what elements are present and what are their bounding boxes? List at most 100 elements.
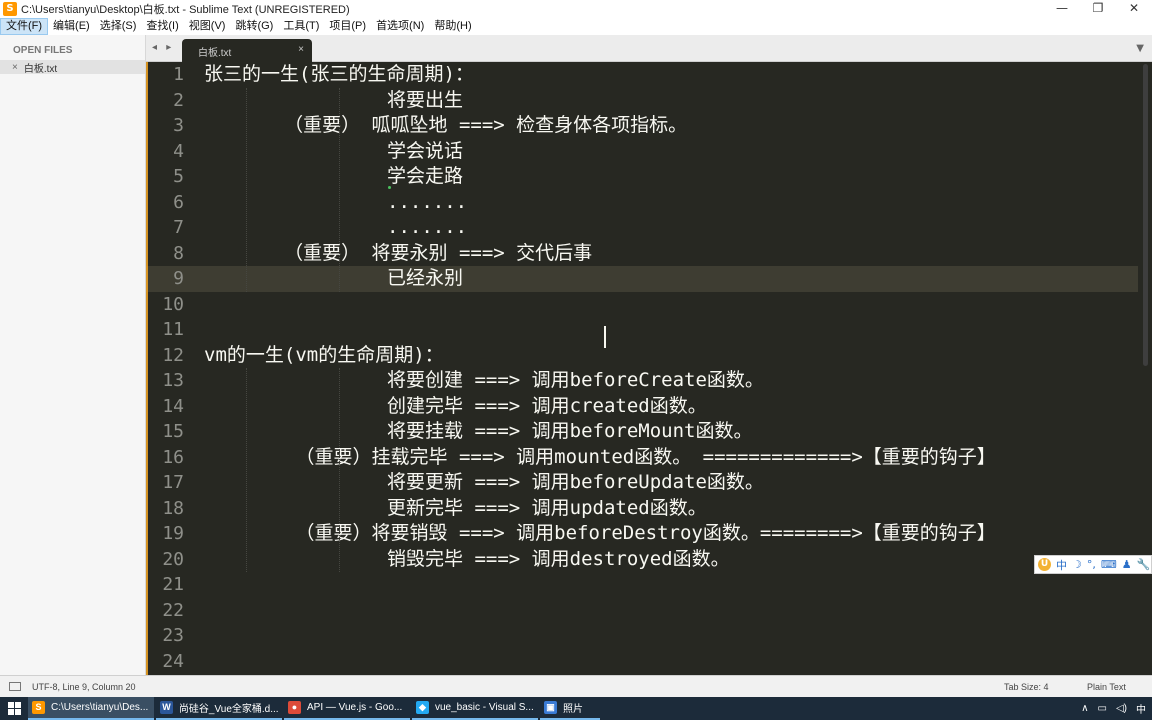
line-text: 将要出生 (204, 88, 464, 111)
line-number[interactable]: 7 (150, 215, 184, 241)
line-text: 已经永别 (204, 267, 464, 289)
line-number[interactable]: 11 (150, 317, 184, 343)
line-number[interactable]: 20 (150, 547, 184, 573)
line-number[interactable]: 23 (150, 623, 184, 649)
line-number[interactable]: 4 (150, 139, 184, 165)
tab-dropdown-icon[interactable]: ▼ (1136, 43, 1144, 54)
menu-help[interactable]: 帮助(H) (429, 18, 476, 35)
taskbar-app-button[interactable]: S C:\Users\tianyu\Des... (28, 697, 154, 720)
taskbar-app-icon: S (32, 701, 45, 714)
minimize-button[interactable]: — (1044, 0, 1080, 18)
menu-goto[interactable]: 跳转(G) (230, 18, 278, 35)
sublime-app-icon: S (3, 2, 17, 16)
close-button[interactable]: ✕ (1116, 0, 1152, 18)
menu-tools[interactable]: 工具(T) (278, 18, 324, 35)
menu-bar: 文件(F) 编辑(E) 选择(S) 查找(I) 视图(V) 跳转(G) 工具(T… (0, 18, 1152, 35)
syntax-selector[interactable]: Plain Text (1087, 682, 1126, 692)
ime-mode-label[interactable]: 中 (1056, 557, 1067, 573)
line-number[interactable]: 21 (150, 572, 184, 598)
tray-chevron-icon[interactable]: ∧ (1081, 703, 1088, 714)
line-number[interactable]: 16 (150, 445, 184, 471)
close-file-icon[interactable]: × (12, 62, 18, 73)
tab-size-selector[interactable]: Tab Size: 4 (1004, 682, 1049, 692)
volume-icon[interactable]: ◁) (1116, 703, 1127, 714)
editor-line[interactable]: 19 （重要）将要销毁 ===> 调用beforeDestroy函数。=====… (146, 521, 1138, 547)
editor-line[interactable]: 17 将要更新 ===> 调用beforeUpdate函数。 (146, 470, 1138, 496)
maximize-button[interactable]: ❐ (1080, 0, 1116, 18)
menu-selection[interactable]: 选择(S) (95, 18, 142, 35)
menu-find[interactable]: 查找(I) (141, 18, 183, 35)
editor-line[interactable]: 5 学会走路 (146, 164, 1138, 190)
ime-toolbar[interactable]: U 中 ☽ °, ⌨ ♟ 🔧 (1034, 555, 1152, 574)
line-number[interactable]: 8 (150, 241, 184, 267)
ime-moon-icon[interactable]: ☽ (1072, 558, 1082, 571)
panel-toggle-icon[interactable] (9, 682, 21, 691)
editor-line[interactable]: 2 将要出生 (146, 88, 1138, 114)
editor-line[interactable]: 11 (146, 317, 1138, 343)
ime-user-icon[interactable]: ♟ (1122, 558, 1132, 571)
line-number[interactable]: 3 (150, 113, 184, 139)
editor-line[interactable]: 6 ....... (146, 190, 1138, 216)
editor-line[interactable]: 4 学会说话 (146, 139, 1138, 165)
line-text: 创建完毕 ===> 调用created函数。 (204, 394, 707, 417)
editor-line[interactable]: 9 已经永别 (146, 266, 1138, 292)
indent-guide (339, 87, 340, 292)
menu-preferences[interactable]: 首选项(N) (371, 18, 429, 35)
line-number[interactable]: 14 (150, 394, 184, 420)
line-number[interactable]: 1 (150, 62, 184, 88)
line-number[interactable]: 17 (150, 470, 184, 496)
line-number[interactable]: 18 (150, 496, 184, 522)
line-number[interactable]: 10 (150, 292, 184, 318)
menu-file[interactable]: 文件(F) (0, 18, 49, 35)
menu-edit[interactable]: 编辑(E) (48, 18, 95, 35)
battery-icon[interactable]: ▭ (1098, 703, 1107, 714)
editor[interactable]: 1 张三的一生(张三的生命周期)： 2 将要出生 3 （重要） 呱呱坠地 ===> 检… (146, 62, 1152, 675)
taskbar-app-button[interactable]: ● API — Vue.js - Goo... (284, 697, 410, 720)
editor-line[interactable]: 7 ....... (146, 215, 1138, 241)
line-number[interactable]: 19 (150, 521, 184, 547)
editor-line[interactable]: 8 （重要） 将要永别 ===> 交代后事 (146, 241, 1138, 267)
taskbar-app-label: vue_basic - Visual S... (435, 702, 534, 713)
indent-guide (246, 368, 247, 572)
start-button[interactable] (0, 697, 28, 720)
editor-line[interactable]: 12 vm的一生(vm的生命周期)： (146, 343, 1138, 369)
tray-ime-indicator[interactable]: 中 (1136, 701, 1146, 716)
taskbar-app-button[interactable]: W 尚硅谷_Vue全家桶.d... (156, 697, 282, 720)
line-number[interactable]: 2 (150, 88, 184, 114)
editor-line[interactable]: 16 （重要）挂载完毕 ===> 调用mounted函数。 ==========… (146, 445, 1138, 471)
taskbar-app-label: 照片 (563, 704, 583, 715)
tab-close-icon[interactable]: × (298, 44, 304, 55)
editor-line[interactable]: 22 (146, 598, 1138, 624)
taskbar-app-button[interactable]: ◆ vue_basic - Visual S... (412, 697, 538, 720)
tab-nav-arrows-icon[interactable]: ◂ ▸ (152, 42, 174, 53)
line-number[interactable]: 12 (150, 343, 184, 369)
editor-line[interactable]: 24 (146, 649, 1138, 675)
menu-view[interactable]: 视图(V) (184, 18, 231, 35)
editor-line[interactable]: 21 (146, 572, 1138, 598)
ime-punct-icon[interactable]: °, (1087, 558, 1096, 571)
editor-line[interactable]: 18 更新完毕 ===> 调用updated函数。 (146, 496, 1138, 522)
line-number[interactable]: 13 (150, 368, 184, 394)
editor-line[interactable]: 15 将要挂载 ===> 调用beforeMount函数。 (146, 419, 1138, 445)
menu-project[interactable]: 项目(P) (324, 18, 371, 35)
ime-keyboard-icon[interactable]: ⌨ (1101, 558, 1117, 571)
taskbar-app-button[interactable]: ▣ 照片 (540, 697, 600, 720)
ime-settings-icon[interactable]: 🔧 (1137, 558, 1151, 571)
line-number[interactable]: 5 (150, 164, 184, 190)
line-number[interactable]: 22 (150, 598, 184, 624)
editor-line[interactable]: 13 将要创建 ===> 调用beforeCreate函数。 (146, 368, 1138, 394)
editor-line[interactable]: 10 (146, 292, 1138, 318)
editor-line[interactable]: 14 创建完毕 ===> 调用created函数。 (146, 394, 1138, 420)
line-number[interactable]: 24 (150, 649, 184, 675)
tab-whiteboard[interactable]: 白板.txt × (182, 39, 312, 62)
line-text: （重要）挂载完毕 ===> 调用mounted函数。 =============… (204, 445, 996, 468)
vertical-scrollbar[interactable] (1143, 64, 1148, 366)
editor-line[interactable]: 23 (146, 623, 1138, 649)
line-number[interactable]: 6 (150, 190, 184, 216)
editor-line[interactable]: 1 张三的一生(张三的生命周期)： (146, 62, 1138, 88)
editor-line[interactable]: 20 销毁完毕 ===> 调用destroyed函数。 (146, 547, 1138, 573)
sidebar-file-item[interactable]: × 白板.txt (0, 60, 145, 75)
line-number[interactable]: 15 (150, 419, 184, 445)
editor-line[interactable]: 3 （重要） 呱呱坠地 ===> 检查身体各项指标。 (146, 113, 1138, 139)
line-number[interactable]: 9 (150, 266, 184, 292)
